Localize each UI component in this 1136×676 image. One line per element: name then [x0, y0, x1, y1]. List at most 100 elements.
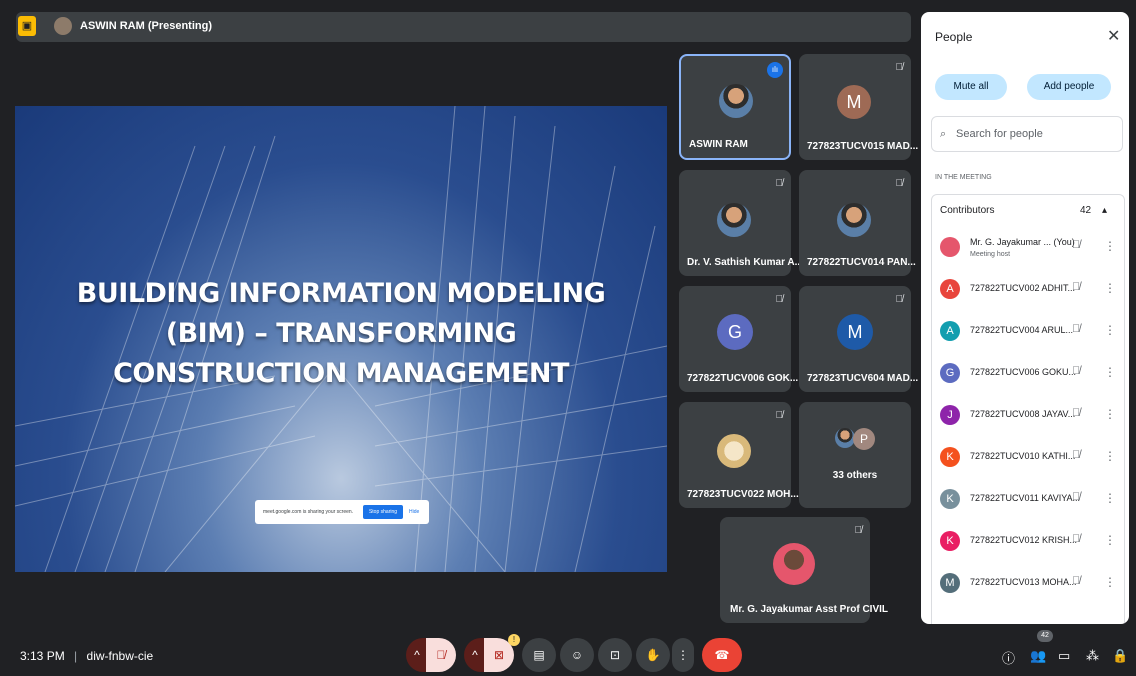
more-options-icon[interactable]: ⋮: [1104, 407, 1116, 421]
avatar: [717, 434, 751, 468]
section-label: IN THE MEETING: [935, 174, 992, 181]
mic-off-icon: 🎙̸: [895, 178, 904, 189]
host-controls-lock-icon[interactable]: 🔒: [1112, 648, 1128, 664]
self-tile[interactable]: 🎙̸ Mr. G. Jayakumar Asst Prof CIVIL: [720, 517, 888, 623]
participant-name: 727823TUCV604 MAD...: [807, 373, 919, 384]
video-options-chevron-up-icon[interactable]: ^: [464, 638, 486, 672]
participant-tile[interactable]: ılı ASWIN RAM: [679, 54, 791, 160]
people-count-badge: 42: [1037, 630, 1053, 642]
warning-badge: !: [508, 634, 520, 646]
participant-tile[interactable]: 🎙̸ 727822TUCV014 PAN...: [799, 170, 916, 276]
participant-tile[interactable]: 🎙̸ Dr. V. Sathish Kumar A...: [679, 170, 803, 276]
mic-off-icon[interactable]: 🎙̸: [1072, 407, 1080, 419]
chevron-up-icon[interactable]: ▴: [1102, 205, 1107, 216]
host-role: Meeting host: [970, 251, 1011, 258]
avatar: J: [940, 405, 960, 425]
avatar: [837, 203, 871, 237]
presenter-avatar: [54, 17, 72, 35]
more-options-icon[interactable]: ⋮: [1104, 239, 1116, 253]
list-item[interactable]: K 727822TUCV011 KAVIYA... 🎙̸ ⋮: [932, 481, 1124, 523]
participant-tile[interactable]: 🎙̸ M 727823TUCV015 MAD...: [799, 54, 918, 160]
more-options-icon[interactable]: ⋮: [1104, 281, 1116, 295]
participant-tile[interactable]: 🎙̸ G 727822TUCV006 GOK...: [679, 286, 798, 392]
present-screen-icon[interactable]: ▣: [18, 16, 36, 36]
contributors-list: Contributors 42 ▴ Mr. G. Jayakumar ... (…: [931, 194, 1125, 624]
mic-off-icon[interactable]: 🎙̸: [1072, 365, 1080, 377]
slide-title-line-2: (BIM) – TRANSFORMING: [165, 318, 517, 349]
participant-name: 727822TUCV012 KRISH...: [970, 535, 1078, 545]
mic-off-icon[interactable]: 🎙̸: [1072, 491, 1080, 503]
avatar: A: [940, 279, 960, 299]
mic-off-button[interactable]: 🎙̸: [426, 638, 456, 672]
shared-screen: BUILDING INFORMATION MODELING (BIM) – TR…: [15, 106, 667, 572]
more-options-icon[interactable]: ⋮: [1104, 575, 1116, 589]
list-item[interactable]: M 727822TUCV013 MOHA... 🎙̸ ⋮: [932, 565, 1124, 607]
list-item[interactable]: Mr. G. Jayakumar ... (You) Meeting host …: [932, 229, 1124, 271]
people-icon[interactable]: 👥: [1030, 648, 1046, 664]
more-options-icon[interactable]: ⋮: [672, 638, 694, 672]
list-item[interactable]: A 727822TUCV004 ARUL... 🎙̸ ⋮: [932, 313, 1124, 355]
hide-button[interactable]: Hide: [409, 509, 419, 515]
emoji-reactions-button[interactable]: ☺: [560, 638, 594, 672]
info-icon[interactable]: ⓘ: [1002, 648, 1015, 667]
add-people-label: Add people: [1043, 81, 1095, 92]
more-options-icon[interactable]: ⋮: [1104, 365, 1116, 379]
list-item[interactable]: A 727822TUCV002 ADHIT... 🎙̸ ⋮: [932, 271, 1124, 313]
participant-name: 727822TUCV014 PAN...: [807, 257, 916, 268]
mic-off-icon[interactable]: 🎙̸: [1072, 239, 1080, 251]
mic-off-icon[interactable]: 🎙̸: [1072, 575, 1080, 587]
audio-options-chevron-up-icon[interactable]: ^: [406, 638, 428, 672]
avatar: P: [853, 428, 875, 450]
mic-off-icon: 🎙̸: [895, 62, 904, 73]
add-people-button[interactable]: Add people: [1027, 74, 1111, 100]
avatar: M: [837, 314, 873, 350]
presenting-label: ASWIN RAM (Presenting): [80, 20, 212, 32]
activities-icon[interactable]: ⁂: [1086, 648, 1099, 664]
share-popup-text: meet.google.com is sharing your screen.: [263, 509, 354, 515]
others-tile[interactable]: P 33 others: [799, 402, 911, 508]
avatar: M: [837, 85, 871, 119]
stop-sharing-button[interactable]: Stop sharing: [363, 505, 403, 519]
participant-name: 727822TUCV013 MOHA...: [970, 577, 1077, 587]
mic-off-icon[interactable]: 🎙̸: [1072, 533, 1080, 545]
search-icon: ⌕: [940, 128, 947, 140]
avatar: K: [940, 489, 960, 509]
contributors-header[interactable]: Contributors: [940, 205, 994, 216]
list-item[interactable]: K 727822TUCV012 KRISH... 🎙̸ ⋮: [932, 523, 1124, 565]
list-item[interactable]: J 727822TUCV008 JAYAV... 🎙̸ ⋮: [932, 397, 1124, 439]
more-options-icon[interactable]: ⋮: [1104, 533, 1116, 547]
present-now-button[interactable]: ⊡: [598, 638, 632, 672]
speaking-indicator-icon: ılı: [767, 62, 783, 78]
search-input[interactable]: ⌕ Search for people: [931, 116, 1123, 152]
mic-off-icon: 🎙̸: [854, 525, 863, 536]
captions-button[interactable]: ▤: [522, 638, 556, 672]
mic-off-icon: 🎙̸: [895, 294, 904, 305]
raise-hand-button[interactable]: ✋: [636, 638, 670, 672]
close-icon[interactable]: ✕: [1107, 26, 1120, 46]
participant-tile[interactable]: 🎙̸ M 727823TUCV604 MAD...: [799, 286, 918, 392]
participant-name: ASWIN RAM: [689, 139, 748, 150]
more-options-icon[interactable]: ⋮: [1104, 449, 1116, 463]
participant-tile[interactable]: 🎙̸ 727823TUCV022 MOH...: [679, 402, 799, 508]
mute-all-label: Mute all: [953, 81, 989, 92]
avatar: K: [940, 531, 960, 551]
mic-off-icon[interactable]: 🎙̸: [1072, 323, 1080, 335]
slide-title-line-1: BUILDING INFORMATION MODELING: [76, 278, 606, 309]
participant-name: 727822TUCV002 ADHIT...: [970, 283, 1076, 293]
list-item[interactable]: G 727822TUCV006 GOKU... 🎙̸ ⋮: [932, 355, 1124, 397]
avatar: [835, 428, 855, 448]
leave-call-button[interactable]: ☎: [702, 638, 742, 672]
mic-off-icon[interactable]: 🎙̸: [1072, 281, 1080, 293]
search-placeholder: Search for people: [956, 128, 1043, 140]
chat-icon[interactable]: ▭: [1058, 648, 1070, 664]
more-options-icon[interactable]: ⋮: [1104, 323, 1116, 337]
slide-title: BUILDING INFORMATION MODELING (BIM) – TR…: [15, 274, 667, 394]
more-options-icon[interactable]: ⋮: [1104, 491, 1116, 505]
meeting-info: 3:13 PM | diw-fnbw-cie: [20, 649, 153, 663]
mic-off-icon[interactable]: 🎙̸: [1072, 449, 1080, 461]
slide-title-line-3: CONSTRUCTION MANAGEMENT: [113, 358, 569, 389]
mute-all-button[interactable]: Mute all: [935, 74, 1007, 100]
mic-off-icon: 🎙̸: [775, 178, 784, 189]
participant-name: 727822TUCV011 KAVIYA...: [970, 493, 1081, 503]
list-item[interactable]: K 727822TUCV010 KATHI... 🎙̸ ⋮: [932, 439, 1124, 481]
